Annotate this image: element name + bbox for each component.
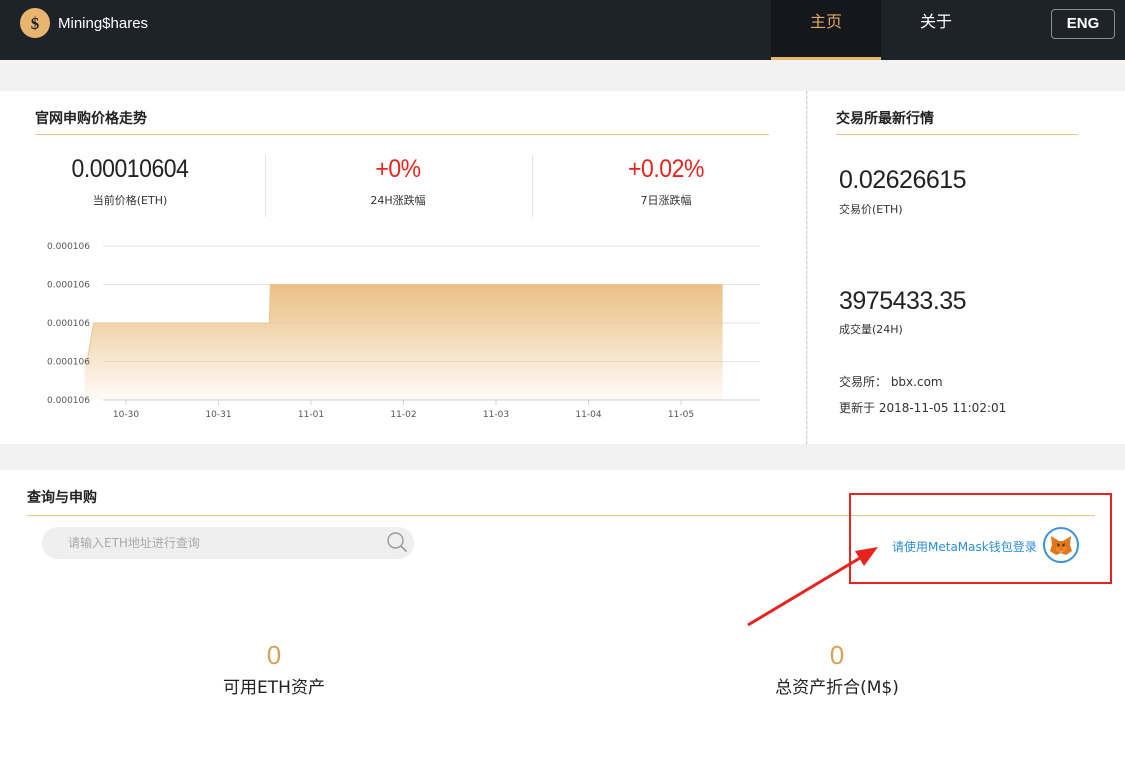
total-asset: 0 总资产折合(M$) xyxy=(737,640,937,698)
total-asset-label: 总资产折合(M$) xyxy=(775,678,899,698)
annotation-arrow xyxy=(747,547,878,627)
eth-asset-label: 可用ETH资产 xyxy=(223,678,325,698)
total-asset-value: 0 xyxy=(829,640,845,670)
eth-asset-value: 0 xyxy=(266,640,282,670)
eth-asset: 0 可用ETH资产 xyxy=(174,640,374,698)
